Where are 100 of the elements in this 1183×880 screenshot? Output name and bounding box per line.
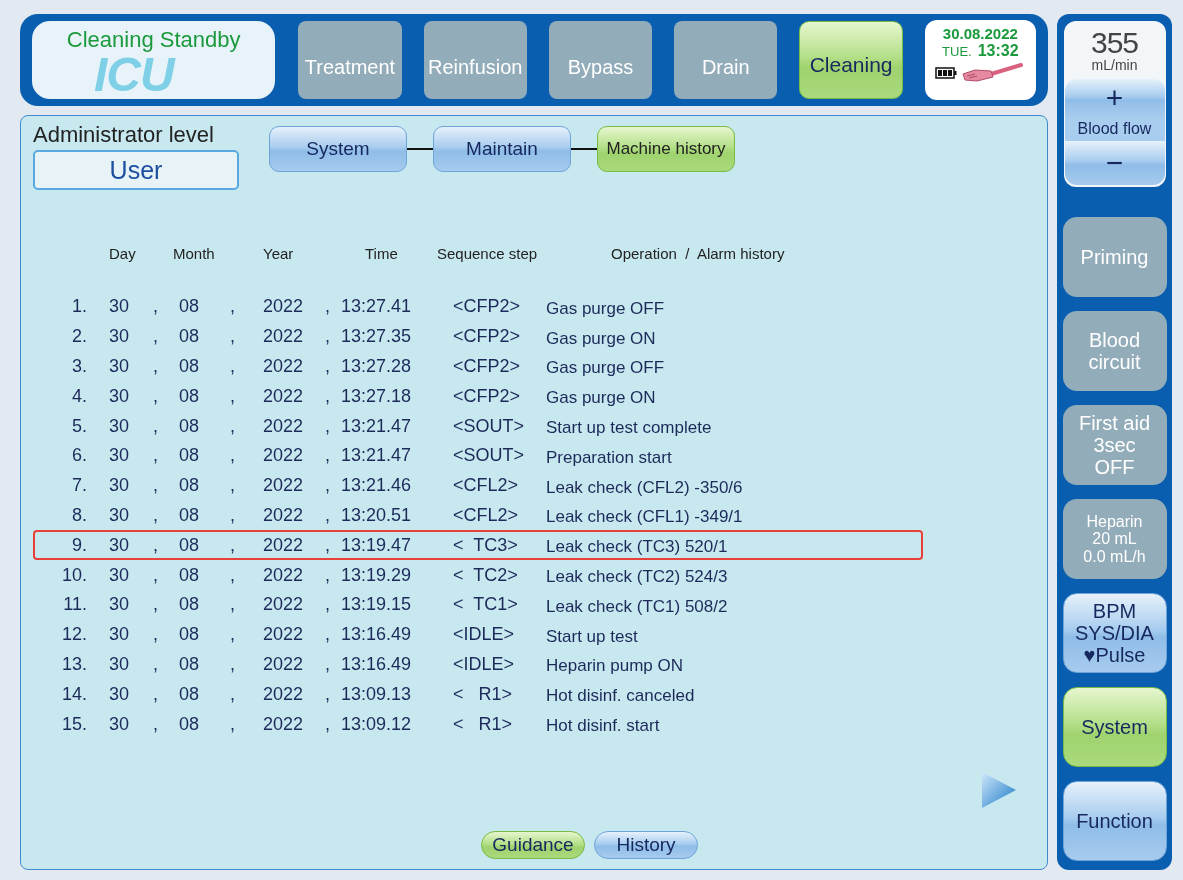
operation-cell-text: Gas purge ON [546, 327, 657, 349]
side-button[interactable]: System [1062, 687, 1167, 767]
separator-text: , [324, 564, 331, 586]
step-cell-text: <IDLE> [453, 653, 516, 675]
step-cell-text: < TC2> [453, 564, 519, 586]
operation-cell-text: Start up test complete [546, 417, 713, 439]
row-number: 14. [60, 683, 88, 705]
month-cell-text: 08 [179, 534, 201, 556]
separator-text: , [324, 385, 331, 407]
separator-text: , [324, 504, 331, 526]
separator-text: , [229, 713, 236, 735]
separator-text: , [152, 683, 159, 705]
separator-text: , [324, 475, 331, 497]
row-number: 4. [71, 385, 88, 407]
month-cell-text: 08 [179, 445, 201, 467]
separator-text: , [229, 594, 236, 616]
time-cell-text: 13:16.49 [341, 653, 413, 675]
time-cell-text: 13:09.12 [341, 713, 413, 735]
year-cell-text: 2022 [263, 564, 305, 586]
time-cell-text: 13:09.13 [341, 683, 413, 705]
separator-text: , [152, 415, 159, 437]
operation-cell-text: Hot disinf. start [546, 715, 661, 737]
year-cell-text: 2022 [263, 475, 305, 497]
month-cell-text: 08 [179, 713, 201, 735]
column-header: Operation / Alarm history [610, 245, 786, 264]
day-cell-text: 30 [108, 624, 131, 646]
time-cell-text: 13:21.47 [341, 415, 413, 437]
status-text: Cleaning Standby [65, 26, 242, 53]
separator-text: , [229, 385, 236, 407]
row-number: 7. [71, 475, 88, 497]
row-number: 12. [60, 624, 88, 646]
time-cell-text: 13:27.28 [341, 356, 413, 377]
separator-text: , [152, 534, 159, 556]
month-cell-text: 08 [179, 594, 201, 616]
date-text: 30.08.2022 [942, 25, 1018, 42]
time-cell-text: 13:16.49 [341, 624, 413, 646]
year-cell-text: 2022 [263, 713, 305, 735]
step-cell-text: <CFL2> [453, 475, 520, 497]
time-cell-text: 13:19.47 [341, 534, 413, 556]
column-header: Month [173, 245, 216, 264]
separator-text: , [152, 564, 159, 586]
day-cell-text: 30 [108, 385, 131, 407]
mode-tab[interactable]: Cleaning [799, 21, 903, 99]
step-cell-text: < TC1> [453, 594, 519, 616]
month-cell-text: 08 [179, 415, 201, 437]
operation-cell-text: Preparation start [546, 446, 673, 468]
time-cell-text: 13:19.29 [341, 564, 413, 586]
year-cell-text: 2022 [263, 296, 305, 318]
year-cell-text: 2022 [263, 356, 305, 377]
day-cell-text: 30 [108, 296, 131, 318]
separator-text: , [229, 624, 236, 646]
row-number: 3. [71, 356, 88, 377]
separator-text: , [324, 534, 331, 556]
nav-button[interactable]: Machine history [597, 126, 735, 172]
month-cell-text: 08 [179, 504, 201, 526]
step-cell-text: <CFP2> [453, 385, 522, 407]
operation-cell-text: Start up test [546, 625, 639, 647]
increase-button[interactable]: + [1064, 79, 1165, 117]
year-cell-text: 2022 [263, 594, 305, 616]
side-button[interactable]: Function [1062, 781, 1167, 861]
day-cell-text: 30 [108, 653, 131, 675]
separator-text: , [324, 296, 331, 318]
separator-text: , [152, 356, 159, 377]
time-cell-text: 13:20.51 [341, 504, 413, 526]
separator-text: , [152, 624, 159, 646]
day-cell-text: 30 [108, 415, 131, 437]
operation-cell-text: Heparin pump ON [546, 655, 684, 677]
access-level-field: User [33, 150, 239, 190]
footer-button[interactable]: History [594, 831, 698, 859]
next-page-icon[interactable] [981, 771, 1017, 809]
separator-text: , [152, 445, 159, 467]
column-header: Sequence step [437, 245, 539, 264]
month-cell-text: 08 [179, 564, 201, 586]
separator-text: , [324, 326, 331, 348]
day-cell-text: 30 [108, 594, 131, 616]
nav-button[interactable]: System [269, 126, 407, 172]
operation-cell-text: Leak check (TC1) 508/2 [546, 595, 729, 617]
decrease-button[interactable]: − [1064, 141, 1165, 185]
separator-text: , [324, 683, 331, 705]
separator-text: , [229, 653, 236, 675]
row-number: 2. [71, 326, 88, 348]
separator-text: , [229, 683, 236, 705]
row-number: 10. [60, 564, 88, 586]
separator-text: , [152, 296, 159, 318]
separator-text: , [152, 504, 159, 526]
separator-text: , [152, 475, 159, 497]
year-cell-text: 2022 [263, 385, 305, 407]
footer-button[interactable]: Guidance [481, 831, 585, 859]
side-button[interactable]: BPM SYS/DIA ♥Pulse [1062, 593, 1167, 673]
column-header: Year [263, 245, 295, 264]
month-cell-text: 08 [179, 624, 201, 646]
day-cell-text: 30 [108, 475, 131, 497]
year-cell-text: 2022 [263, 415, 305, 437]
nav-button[interactable]: Maintain [433, 126, 571, 172]
year-cell-text: 2022 [263, 624, 305, 646]
separator-text: , [229, 445, 236, 467]
time-cell-text: 13:19.15 [341, 594, 413, 616]
day-cell-text: 30 [108, 713, 131, 735]
step-cell-text: <IDLE> [453, 624, 516, 646]
year-cell-text: 2022 [263, 504, 305, 526]
